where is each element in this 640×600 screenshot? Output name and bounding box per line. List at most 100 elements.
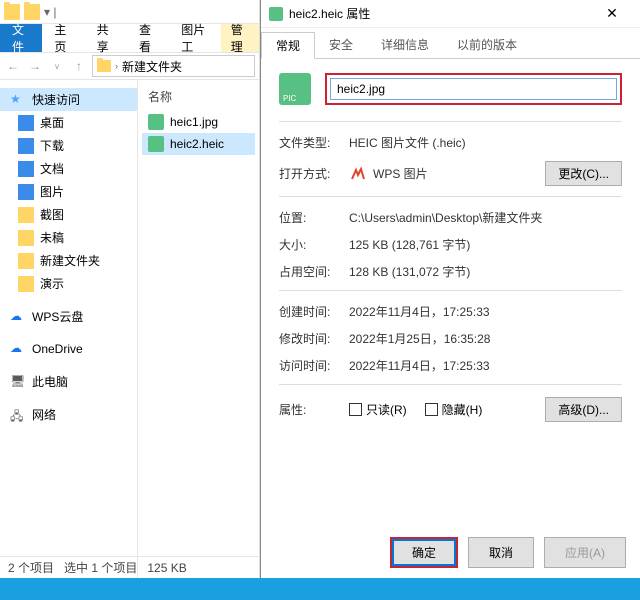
tab-manage[interactable]: 管理	[221, 24, 259, 52]
column-header-name[interactable]: 名称	[142, 86, 255, 111]
tab-home[interactable]: 主页	[42, 24, 84, 52]
sizedisk-label: 占用空间:	[279, 263, 349, 280]
nav-bar: ← → v ↑ › 新建文件夹	[0, 52, 259, 80]
chevron-right-icon: ›	[115, 61, 118, 71]
file-name: heic2.heic	[170, 137, 224, 151]
status-bar: 2 个项目 选中 1 个项目 125 KB	[0, 556, 260, 578]
readonly-checkbox[interactable]: 只读(R)	[349, 401, 407, 418]
cloud-icon: ☁	[10, 309, 26, 325]
filename-highlight	[325, 73, 622, 105]
sidebar-item-label: 桌面	[40, 114, 64, 131]
change-button[interactable]: 更改(C)...	[545, 161, 622, 186]
sidebar-thispc[interactable]: 🖥此电脑	[0, 370, 137, 393]
file-item[interactable]: heic1.jpg	[142, 111, 255, 133]
sidebar-downloads[interactable]: 下载	[0, 134, 137, 157]
attrs-label: 属性:	[279, 401, 349, 418]
status-item-count: 2 个项目	[8, 559, 54, 576]
status-selection: 选中 1 个项目	[64, 559, 137, 576]
sidebar-desktop[interactable]: 桌面	[0, 111, 137, 134]
dialog-tabs: 常规 安全 详细信息 以前的版本	[261, 28, 640, 59]
size-value: 125 KB (128,761 字节)	[349, 236, 470, 253]
sidebar-documents[interactable]: 文档	[0, 157, 137, 180]
created-value: 2022年11月4日，17:25:33	[349, 303, 490, 320]
sidebar-wps-cloud[interactable]: ☁ WPS云盘	[0, 305, 137, 328]
qat-overflow[interactable]: ▾ |	[44, 5, 56, 19]
tab-general[interactable]: 常规	[261, 32, 315, 59]
desktop-icon	[18, 115, 34, 131]
sidebar-item-label: 下载	[40, 137, 64, 154]
nav-up[interactable]: ↑	[70, 57, 88, 75]
image-icon	[148, 136, 164, 152]
tab-previous-versions[interactable]: 以前的版本	[443, 32, 531, 58]
sidebar-newfolder[interactable]: 新建文件夹	[0, 249, 137, 272]
sidebar-onedrive[interactable]: ☁ OneDrive	[0, 338, 137, 360]
cancel-button[interactable]: 取消	[468, 537, 534, 568]
network-icon: 🖧	[10, 407, 26, 423]
modified-value: 2022年1月25日，16:35:28	[349, 330, 490, 347]
sidebar-item-label: 网络	[32, 406, 56, 423]
accessed-label: 访问时间:	[279, 357, 349, 374]
tab-details[interactable]: 详细信息	[367, 32, 443, 58]
tab-share[interactable]: 共享	[85, 24, 127, 52]
sidebar-item-label: 新建文件夹	[40, 252, 100, 269]
sidebar-item-label: OneDrive	[32, 342, 83, 356]
folder-icon	[18, 276, 34, 292]
file-type-icon	[279, 73, 311, 105]
breadcrumb-folder[interactable]: 新建文件夹	[122, 58, 182, 75]
tab-picture-tools[interactable]: 图片工	[169, 24, 220, 52]
folder-icon	[97, 60, 111, 72]
cloud-icon: ☁	[10, 341, 26, 357]
breadcrumb[interactable]: › 新建文件夹	[92, 55, 255, 77]
sidebar-unfinished[interactable]: 未稿	[0, 226, 137, 249]
nav-back[interactable]: ←	[4, 57, 22, 75]
sidebar-screenshots[interactable]: 截图	[0, 203, 137, 226]
star-icon: ★	[10, 92, 26, 108]
sidebar-item-label: 未稿	[40, 229, 64, 246]
sidebar-quick-access[interactable]: ★ 快速访问	[0, 88, 137, 111]
readonly-label: 只读(R)	[366, 401, 407, 418]
nav-pane: ★ 快速访问 桌面 下载 文档 图片 截图 未稿 新建文件夹 演示 ☁ WPS云盘…	[0, 80, 138, 578]
dialog-titlebar: heic2.heic 属性 ✕	[261, 0, 640, 28]
hidden-checkbox[interactable]: 隐藏(H)	[425, 401, 483, 418]
sidebar-network[interactable]: 🖧 网络	[0, 403, 137, 426]
status-size: 125 KB	[147, 561, 186, 575]
sidebar-pictures[interactable]: 图片	[0, 180, 137, 203]
sidebar-item-label: 快速访问	[32, 91, 80, 108]
filetype-value: HEIC 图片文件 (.heic)	[349, 134, 466, 151]
file-item[interactable]: heic2.heic	[142, 133, 255, 155]
nav-forward[interactable]: →	[26, 57, 44, 75]
pictures-icon	[18, 184, 34, 200]
tab-view[interactable]: 查看	[127, 24, 169, 52]
folder-icon	[18, 230, 34, 246]
accessed-value: 2022年11月4日，17:25:33	[349, 357, 490, 374]
sidebar-item-label: WPS云盘	[32, 308, 83, 325]
folder-icon	[18, 207, 34, 223]
apply-button[interactable]: 应用(A)	[544, 537, 626, 568]
dialog-body: 文件类型:HEIC 图片文件 (.heic) 打开方式: WPS 图片 更改(C…	[261, 59, 640, 446]
sidebar-demo[interactable]: 演示	[0, 272, 137, 295]
taskbar[interactable]	[0, 578, 640, 600]
tab-security[interactable]: 安全	[315, 32, 367, 58]
dialog-title: heic2.heic 属性	[289, 5, 592, 22]
downloads-icon	[18, 138, 34, 154]
close-button[interactable]: ✕	[592, 5, 632, 22]
ok-button[interactable]: 确定	[390, 537, 458, 568]
image-icon	[269, 7, 283, 21]
pc-icon: 🖥	[10, 374, 26, 390]
folder-icon	[4, 4, 20, 20]
documents-icon	[18, 161, 34, 177]
tab-file[interactable]: 文件	[0, 24, 42, 52]
nav-recent[interactable]: v	[48, 57, 66, 75]
sidebar-item-label: 图片	[40, 183, 64, 200]
filetype-label: 文件类型:	[279, 134, 349, 151]
sidebar-item-label: 截图	[40, 206, 64, 223]
modified-label: 修改时间:	[279, 330, 349, 347]
advanced-button[interactable]: 高级(D)...	[545, 397, 622, 422]
location-value: C:\Users\admin\Desktop\新建文件夹	[349, 209, 542, 226]
file-explorer-window: ▾ | 文件 主页 共享 查看 图片工 管理 ← → v ↑ › 新建文件夹 ★…	[0, 0, 260, 600]
filename-input[interactable]	[330, 78, 617, 100]
file-name: heic1.jpg	[170, 115, 218, 129]
openwith-label: 打开方式:	[279, 165, 349, 182]
size-label: 大小:	[279, 236, 349, 253]
image-icon	[148, 114, 164, 130]
